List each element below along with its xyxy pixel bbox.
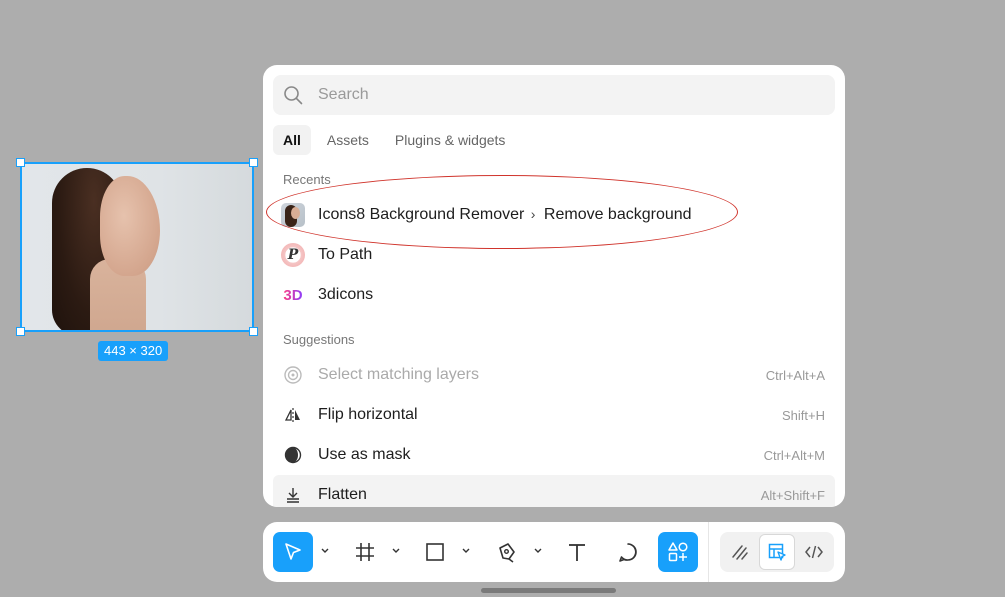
text-icon xyxy=(569,544,585,561)
flatten-icon xyxy=(287,488,299,503)
frame-tool-button[interactable] xyxy=(345,532,385,572)
mode-switcher xyxy=(720,532,834,572)
recent-item-label: Icons8 Background Remover xyxy=(318,206,525,223)
text-tool-button[interactable] xyxy=(557,532,597,572)
recent-item-label: To Path xyxy=(318,246,373,263)
chevron-down-icon[interactable] xyxy=(320,546,330,556)
recent-item-3dicons[interactable]: 3D 3dicons xyxy=(273,277,835,313)
shortcut-label: Shift+H xyxy=(782,407,825,423)
rectangle-icon xyxy=(426,543,444,561)
quick-actions-panel: All Assets Plugins & widgets Recents Ico… xyxy=(263,65,845,507)
shape-tool-button[interactable] xyxy=(415,532,455,572)
draw-icon xyxy=(732,545,748,560)
bottom-toolbar xyxy=(263,522,845,582)
resize-handle-bottom-left[interactable] xyxy=(16,327,25,336)
suggestions-title: Suggestions xyxy=(283,332,355,347)
shortcut-label: Alt+Shift+F xyxy=(760,487,825,503)
chevron-down-icon[interactable] xyxy=(533,546,543,556)
image-face xyxy=(100,176,160,276)
design-mode-button[interactable] xyxy=(759,534,795,570)
actions-button[interactable] xyxy=(658,532,698,572)
recent-item-sublabel: Remove background xyxy=(543,206,692,223)
resize-handle-bottom-right[interactable] xyxy=(249,327,258,336)
resize-handle-top-left[interactable] xyxy=(16,158,25,167)
actions-icon xyxy=(668,542,688,562)
shortcut-label: Ctrl+Alt+M xyxy=(763,447,825,463)
recent-item-icons8[interactable]: Icons8 Background Remover › Remove backg… xyxy=(273,197,835,233)
move-tool-button[interactable] xyxy=(273,532,313,572)
tab-all[interactable]: All xyxy=(273,125,311,155)
recent-item-label: 3dicons xyxy=(318,286,374,303)
resize-handle-top-right[interactable] xyxy=(249,158,258,167)
draw-mode-button[interactable] xyxy=(722,534,758,570)
size-badge: 443 × 320 xyxy=(98,341,169,361)
design-mode-icon xyxy=(768,543,786,561)
suggestion-label: Use as mask xyxy=(318,446,411,463)
3dicons-icon: 3D xyxy=(283,286,303,304)
shortcut-label: Ctrl+Alt+A xyxy=(765,367,825,383)
toolbar-divider xyxy=(708,522,709,582)
suggestion-label: Flatten xyxy=(318,486,367,503)
search-icon xyxy=(284,86,303,105)
recent-item-to-path[interactable]: P To Path xyxy=(273,237,835,273)
frame-icon xyxy=(356,543,374,561)
tab-assets[interactable]: Assets xyxy=(317,125,379,155)
comment-tool-button[interactable] xyxy=(608,532,648,572)
plugin-thumbnail-icon xyxy=(281,203,305,227)
flip-horizontal-icon xyxy=(284,408,300,422)
dev-mode-button[interactable] xyxy=(796,534,832,570)
comment-icon xyxy=(619,543,637,562)
search-bar[interactable] xyxy=(273,75,835,115)
selected-image-frame[interactable] xyxy=(20,162,254,332)
chevron-right-icon: › xyxy=(530,206,536,222)
pen-tool-button[interactable] xyxy=(486,532,526,572)
target-icon xyxy=(284,366,302,384)
pen-icon xyxy=(499,543,515,563)
recents-title: Recents xyxy=(283,172,331,187)
mask-icon xyxy=(284,446,302,464)
to-path-icon: P xyxy=(281,243,305,267)
cursor-icon xyxy=(285,543,301,560)
search-input[interactable] xyxy=(318,75,818,115)
chevron-down-icon[interactable] xyxy=(461,546,471,556)
suggestion-label: Select matching layers xyxy=(318,366,479,383)
home-indicator xyxy=(481,588,616,593)
suggestion-select-matching-layers: Select matching layers Ctrl+Alt+A xyxy=(273,357,835,393)
tab-bar: All Assets Plugins & widgets xyxy=(273,125,515,155)
code-icon xyxy=(805,545,823,559)
suggestion-flatten[interactable]: Flatten Alt+Shift+F xyxy=(273,475,835,507)
suggestion-label: Flip horizontal xyxy=(318,406,418,423)
chevron-down-icon[interactable] xyxy=(391,546,401,556)
suggestion-flip-horizontal[interactable]: Flip horizontal Shift+H xyxy=(273,397,835,433)
suggestion-use-as-mask[interactable]: Use as mask Ctrl+Alt+M xyxy=(273,437,835,473)
tab-plugins-widgets[interactable]: Plugins & widgets xyxy=(385,125,516,155)
